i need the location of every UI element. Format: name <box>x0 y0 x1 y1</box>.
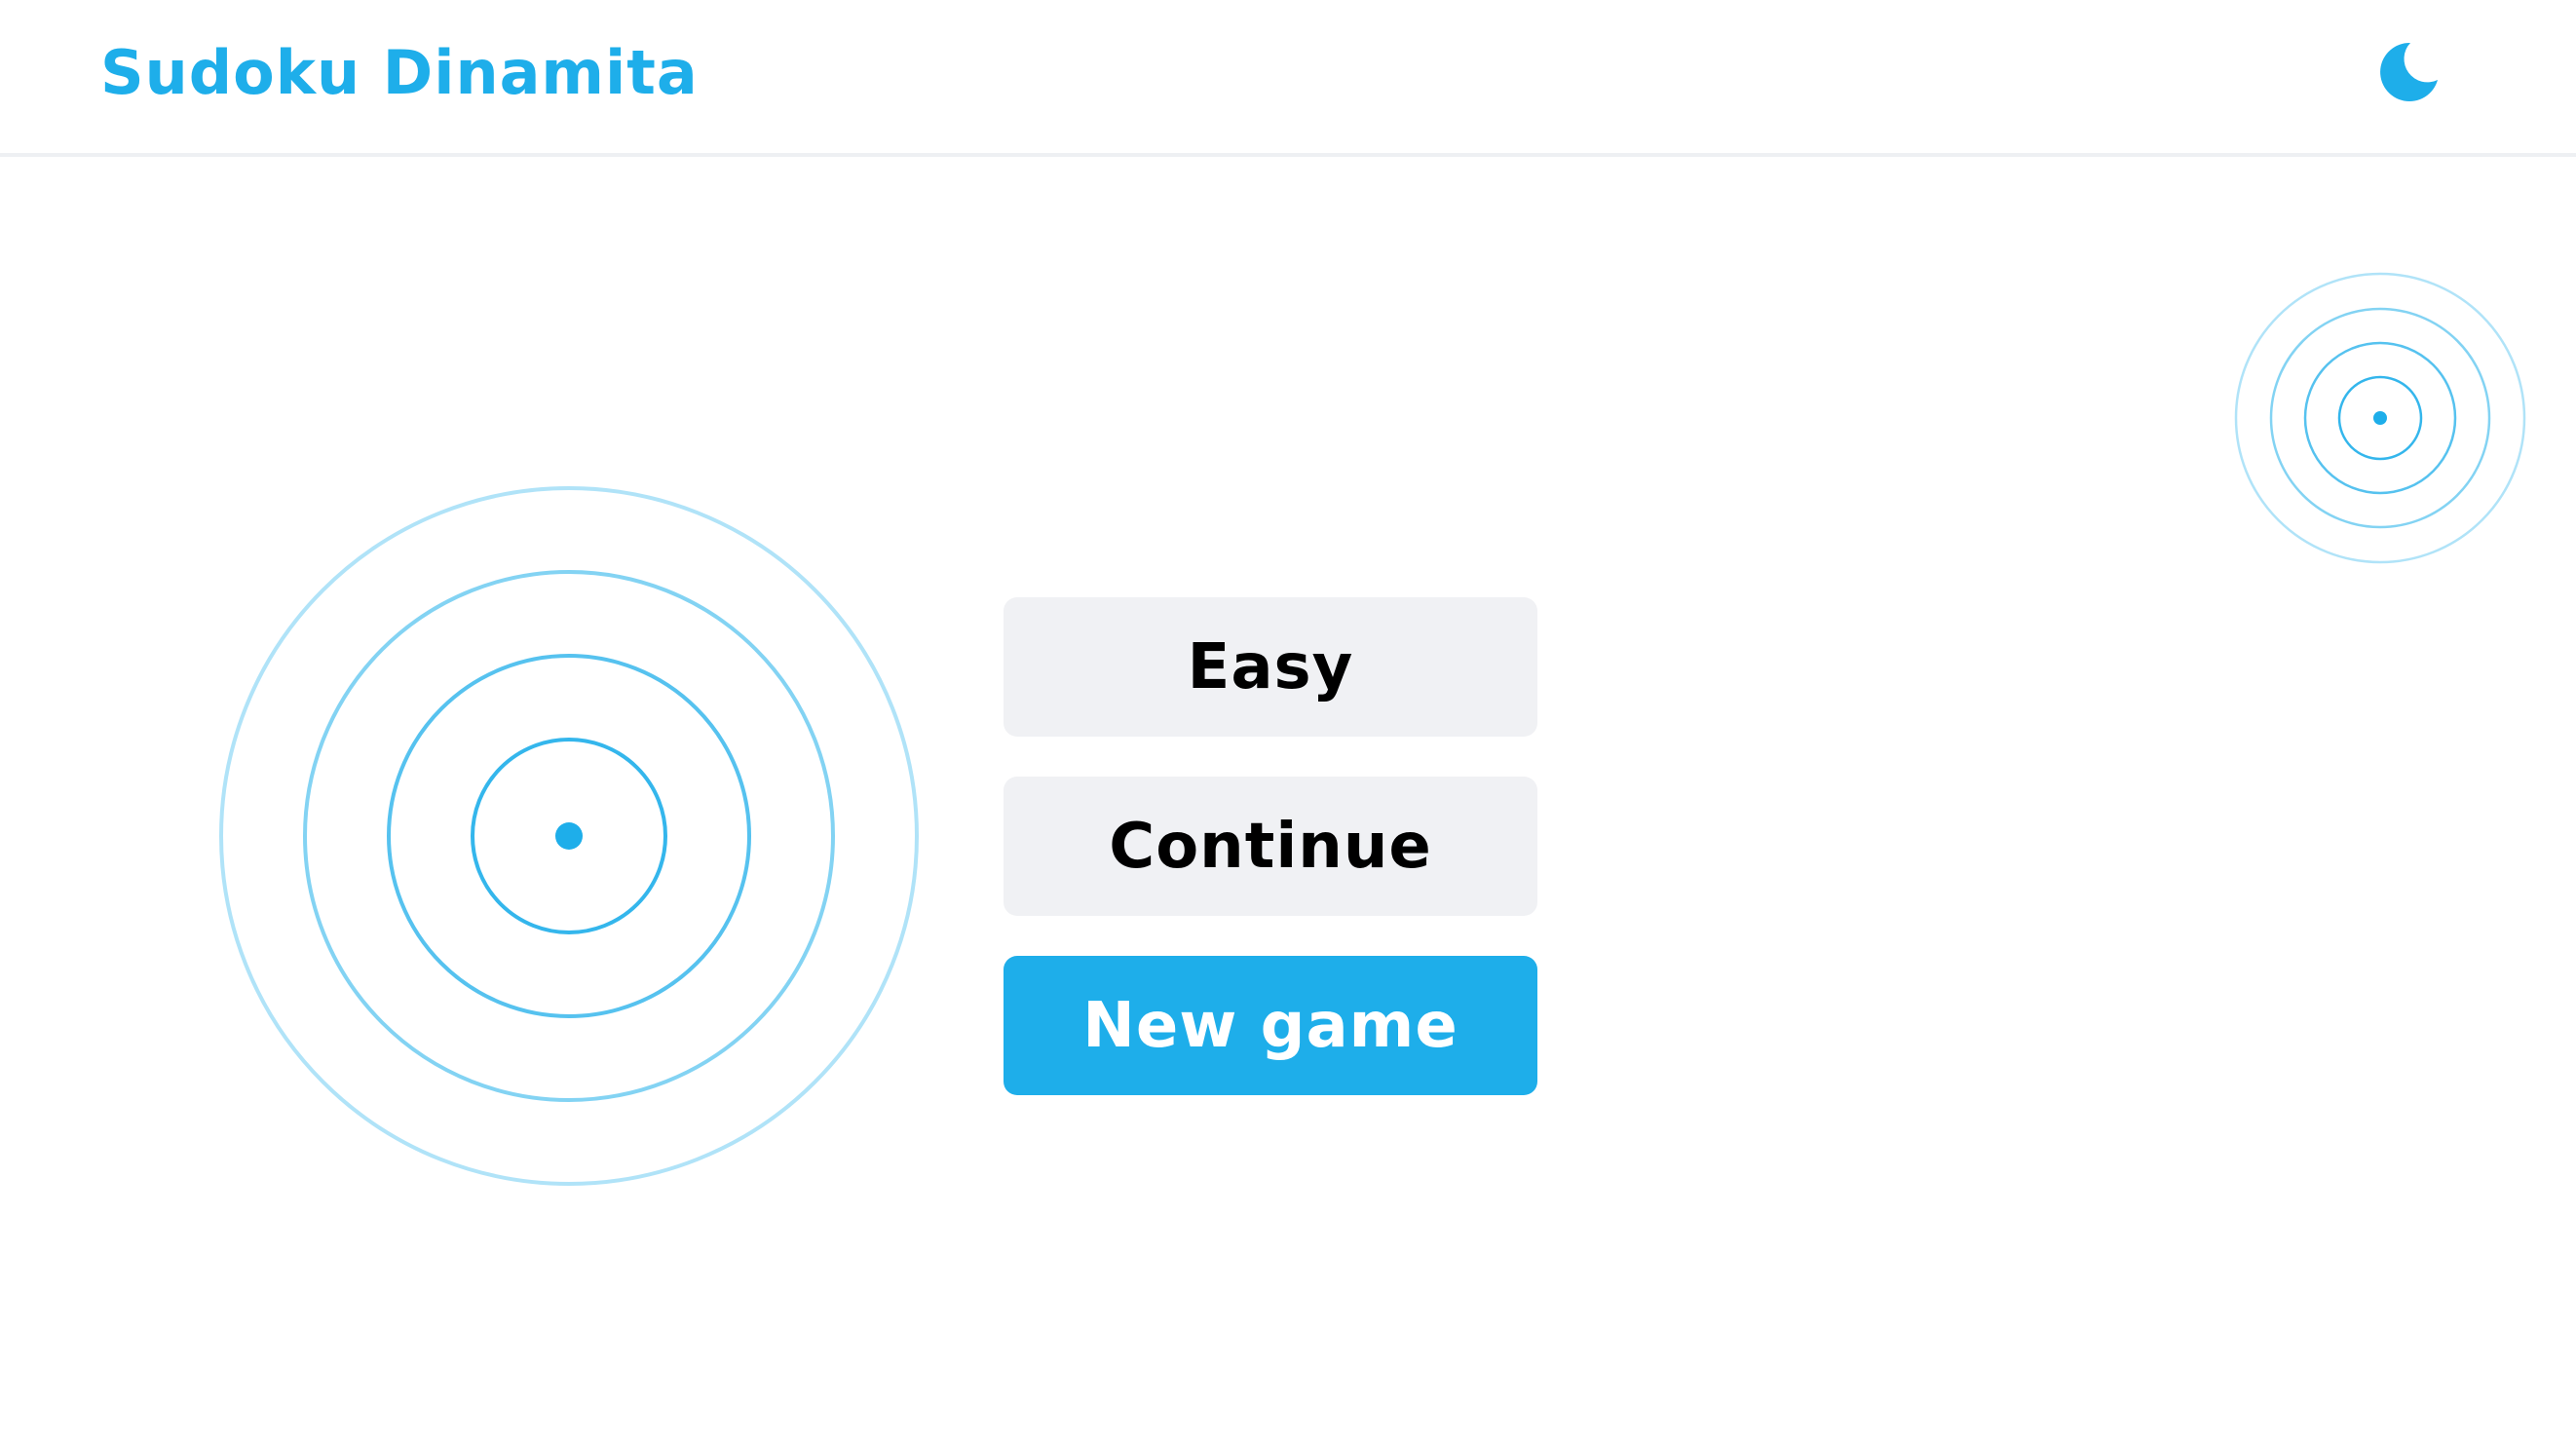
ripple-decoration-left <box>219 486 919 1186</box>
new-game-button[interactable]: New game <box>1004 956 1537 1095</box>
moon-icon <box>2380 42 2438 101</box>
continue-button[interactable]: Continue <box>1004 777 1537 916</box>
difficulty-button[interactable]: Easy <box>1004 597 1537 737</box>
ripple-decoration-right <box>2234 272 2526 564</box>
theme-toggle-button[interactable] <box>2373 37 2443 107</box>
main-menu: Easy Continue New game <box>1004 597 1537 1135</box>
app-title[interactable]: Sudoku Dinamita <box>100 29 699 117</box>
app-header: Sudoku Dinamita <box>0 0 2576 157</box>
